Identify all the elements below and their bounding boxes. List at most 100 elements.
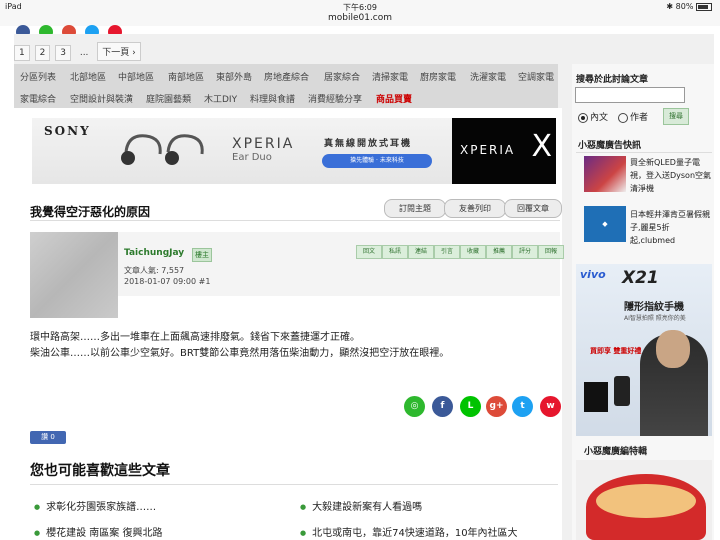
category-link[interactable]: 消費經驗分享: [308, 92, 362, 105]
xperia-logo-block: XPERIA X: [452, 118, 556, 184]
category-link[interactable]: 洗濯家電: [470, 70, 506, 83]
username-link[interactable]: TaichungJay: [124, 248, 184, 258]
category-link[interactable]: 分區列表: [20, 70, 56, 83]
radio-content[interactable]: 內文: [578, 110, 608, 123]
xperia-logo-text: XPERIA: [460, 143, 516, 157]
pot-food: [596, 484, 696, 518]
weibo-icon[interactable]: [108, 25, 123, 34]
line-alt-icon[interactable]: ◎: [404, 396, 425, 417]
post-date: 2018-01-07 09:00 #1: [124, 277, 211, 286]
action-reply[interactable]: 回文: [356, 245, 382, 259]
post-content: 環中路高架……多出一堆車在上面飆高速排廢氣。錢省下來蓋捷運才正確。 柴油公車………: [30, 330, 449, 362]
phone-image: [614, 376, 630, 406]
action-recommend[interactable]: 推薦: [486, 245, 512, 259]
battery-percent: 80%: [675, 2, 694, 11]
ad-cta-button[interactable]: 搶先體驗 · 未來科技: [322, 154, 432, 168]
action-favorite[interactable]: 收藏: [460, 245, 486, 259]
post-header: TaichungJay 樓主 文章人氣: 7,557 2018-01-07 09…: [30, 232, 564, 318]
post-line: 環中路高架……多出一堆車在上面飆高速排廢氣。錢省下來蓋捷運才正確。: [30, 332, 360, 343]
print-button[interactable]: 友善列印: [444, 199, 506, 218]
subscribe-button[interactable]: 訂閱主題: [384, 199, 446, 218]
vivo-offer: 買即享 雙重好禮: [590, 347, 642, 355]
popularity-count: 文章人氣: 7,557: [124, 266, 185, 275]
radio-content-label: 內文: [590, 113, 609, 123]
line-icon[interactable]: L: [460, 396, 481, 417]
page-1[interactable]: 1: [14, 45, 30, 61]
post-line: 柴油公車……以前公車少空氣好。BRT雙節公車竟然用落伍柴油動力，顯然沒把空汙放在…: [30, 348, 450, 359]
vivo-headline: 隱形指紋手機: [624, 302, 684, 313]
category-link[interactable]: 清掃家電: [372, 70, 408, 83]
category-link[interactable]: 庭院園藝類: [146, 92, 191, 105]
status-bar: iPad 下午6:09 mobile01.com ✱ 80%: [0, 0, 720, 26]
bluetooth-icon: ✱: [666, 2, 674, 11]
action-rate[interactable]: 評分: [512, 245, 538, 259]
related-link[interactable]: 求彰化芬園張家族譜……: [34, 498, 156, 513]
category-link[interactable]: 家電綜合: [20, 92, 56, 105]
reply-button[interactable]: 回覆文章: [504, 199, 562, 218]
radio-icon[interactable]: [618, 112, 628, 123]
category-link[interactable]: 南部地區: [168, 70, 204, 83]
url-bar[interactable]: mobile01.com: [0, 13, 720, 23]
action-link[interactable]: 連結: [408, 245, 434, 259]
weibo-icon[interactable]: w: [540, 396, 561, 417]
category-nav: 分區列表 北部地區 中部地區 南部地區 東部外島 房地產綜合 居家綜合 清掃家電…: [14, 64, 558, 108]
tv-ad-thumbnail[interactable]: [584, 156, 626, 192]
divider: [30, 484, 558, 485]
vivo-subline: AI智慧拍照 照亮你的美: [624, 315, 686, 322]
line-icon[interactable]: [39, 25, 54, 34]
vivo-ad[interactable]: vivo X21 隱形指紋手機 AI智慧拍照 照亮你的美 買即享 雙重好禮: [576, 264, 712, 436]
category-link[interactable]: 房地產綜合: [264, 70, 309, 83]
category-link[interactable]: 居家綜合: [324, 70, 360, 83]
category-link[interactable]: 空調家電: [518, 70, 554, 83]
related-link[interactable]: 大毅建設新案有人看過嗎: [300, 498, 422, 513]
twitter-icon[interactable]: t: [512, 396, 533, 417]
sony-banner-ad[interactable]: SONY XPERIA Ear Duo 真無線開放式耳機 搶先體驗 · 未來科技…: [32, 118, 556, 184]
clubmed-ad-thumbnail[interactable]: ◆: [584, 206, 626, 242]
top-social-icons: [16, 24, 126, 34]
twitter-icon[interactable]: [85, 25, 100, 34]
page-3[interactable]: 3: [55, 45, 71, 61]
page-ellipsis: ...: [79, 48, 89, 58]
related-link[interactable]: 北屯或南屯，靠近74快速道路，10年內社區大: [300, 524, 517, 539]
action-report[interactable]: 回報: [538, 245, 564, 259]
related-link[interactable]: 櫻花建設 南區案 復興北路: [34, 524, 162, 539]
divider: [576, 152, 712, 153]
action-quote[interactable]: 引言: [434, 245, 460, 259]
facebook-icon[interactable]: [16, 25, 30, 34]
category-link[interactable]: 北部地區: [70, 70, 106, 83]
category-link-hot[interactable]: 商品買賣: [376, 92, 412, 105]
radio-author-label: 作者: [630, 113, 649, 123]
divider: [30, 220, 560, 221]
search-input[interactable]: [575, 87, 685, 103]
action-message[interactable]: 私訊: [382, 245, 408, 259]
sony-logo: SONY: [44, 124, 91, 138]
ear-duo-label: Ear Duo: [232, 152, 272, 163]
category-link[interactable]: 料理與食譜: [250, 92, 295, 105]
avatar[interactable]: [30, 232, 118, 318]
xperia-x-mark: X: [531, 129, 552, 164]
search-button[interactable]: 搜尋: [663, 108, 689, 125]
category-link[interactable]: 廚房家電: [420, 70, 456, 83]
category-link[interactable]: 木工DIY: [204, 92, 237, 105]
vivo-logo: vivo: [580, 268, 606, 281]
related-heading: 您也可能喜歡這些文章: [30, 463, 170, 479]
radio-selected-icon[interactable]: [578, 112, 588, 123]
google-plus-icon[interactable]: g+: [486, 396, 507, 417]
page-2[interactable]: 2: [34, 45, 51, 61]
category-link[interactable]: 中部地區: [118, 70, 154, 83]
facebook-icon[interactable]: f: [432, 396, 453, 417]
mug-image: [584, 382, 608, 412]
category-link[interactable]: 東部外島: [216, 70, 252, 83]
editorial-ad[interactable]: [576, 460, 712, 540]
xperia-label: XPERIA: [232, 136, 295, 152]
ad-link[interactable]: 買全新QLED量子電視，登入送Dyson空氣清淨機: [630, 156, 714, 195]
google-plus-icon[interactable]: [62, 25, 77, 34]
ads-heading: 小惡魔廣告快訊: [578, 141, 642, 151]
radio-author[interactable]: 作者: [618, 110, 648, 123]
ad-link[interactable]: 日本輕井澤肯亞暑假親子,麗星5折起,clubmed: [630, 208, 714, 247]
clock: 下午6:09: [343, 3, 377, 12]
owner-badge: 樓主: [192, 248, 212, 262]
facebook-like-button[interactable]: 讚 0: [30, 431, 66, 444]
next-page-button[interactable]: 下一頁 ›: [97, 42, 141, 61]
category-link[interactable]: 空間設計與裝潢: [70, 92, 133, 105]
